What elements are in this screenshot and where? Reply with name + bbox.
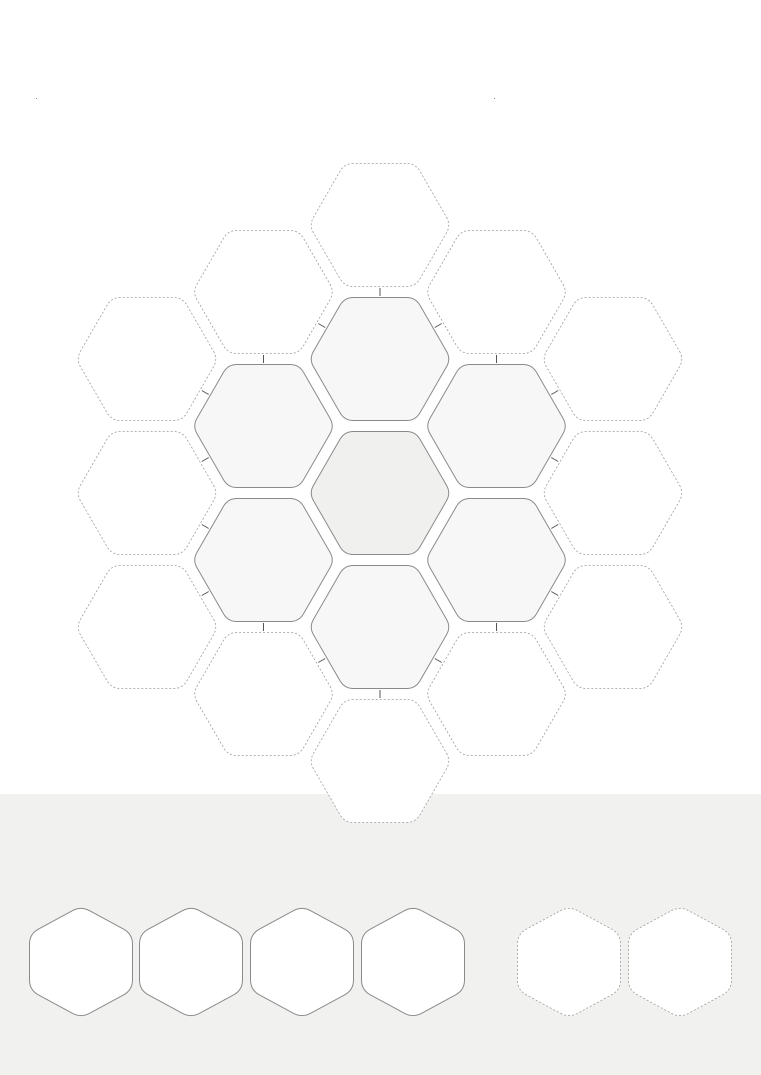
board-hex-ring1-1[interactable] xyxy=(310,565,450,689)
board-hex-ring2-3[interactable] xyxy=(427,632,566,756)
board-hex-ring2-0[interactable] xyxy=(77,565,217,689)
tray-tile-available-0[interactable] xyxy=(29,907,133,1017)
board-hex-ring1-5[interactable] xyxy=(194,364,333,488)
board-hex-ring2-6[interactable] xyxy=(543,297,683,421)
hex-connector-3 xyxy=(434,658,442,663)
board-hex-ring2-4[interactable] xyxy=(543,565,683,689)
board-hex-ring2-2[interactable] xyxy=(310,699,450,823)
board-hex-ring1-2[interactable] xyxy=(427,498,566,622)
board-hex-ring2-9[interactable] xyxy=(194,230,333,354)
board-hex-ring2-8[interactable] xyxy=(310,163,450,287)
board-hex-ring0-0[interactable] xyxy=(310,431,450,555)
hex-connector-12 xyxy=(434,323,442,328)
hex-connector-7 xyxy=(551,524,559,529)
hex-connector-1 xyxy=(201,591,209,596)
board-hex-ring2-10[interactable] xyxy=(77,297,217,421)
hex-connector-0 xyxy=(201,524,209,529)
tray-tile-available-1[interactable] xyxy=(139,907,243,1017)
board-hex-ring1-3[interactable] xyxy=(427,364,566,488)
tray-tile-available-3[interactable] xyxy=(361,907,465,1017)
board-hex-ring2-11[interactable] xyxy=(77,431,217,555)
board-hex-ring1-4[interactable] xyxy=(310,297,450,421)
hex-connector-14 xyxy=(318,323,326,328)
board-hex-ring1-0[interactable] xyxy=(194,498,333,622)
board-cells xyxy=(77,163,683,823)
tray-tiles xyxy=(29,907,732,1017)
board-hex-ring2-1[interactable] xyxy=(194,632,333,756)
tray-tile-ghost-4[interactable] xyxy=(517,908,621,1016)
tray-tile-ghost-5[interactable] xyxy=(628,908,732,1016)
board-hex-ring2-7[interactable] xyxy=(427,230,566,354)
hex-connector-10 xyxy=(551,390,559,395)
hex-board xyxy=(29,163,732,1017)
hex-connector-17 xyxy=(201,457,209,462)
board-hex-ring2-5[interactable] xyxy=(543,431,683,555)
hex-connector-4 xyxy=(318,658,326,663)
hex-connector-9 xyxy=(551,457,559,462)
tray-tile-available-2[interactable] xyxy=(250,907,354,1017)
hex-connector-16 xyxy=(201,390,209,395)
hex-connector-6 xyxy=(551,591,559,596)
